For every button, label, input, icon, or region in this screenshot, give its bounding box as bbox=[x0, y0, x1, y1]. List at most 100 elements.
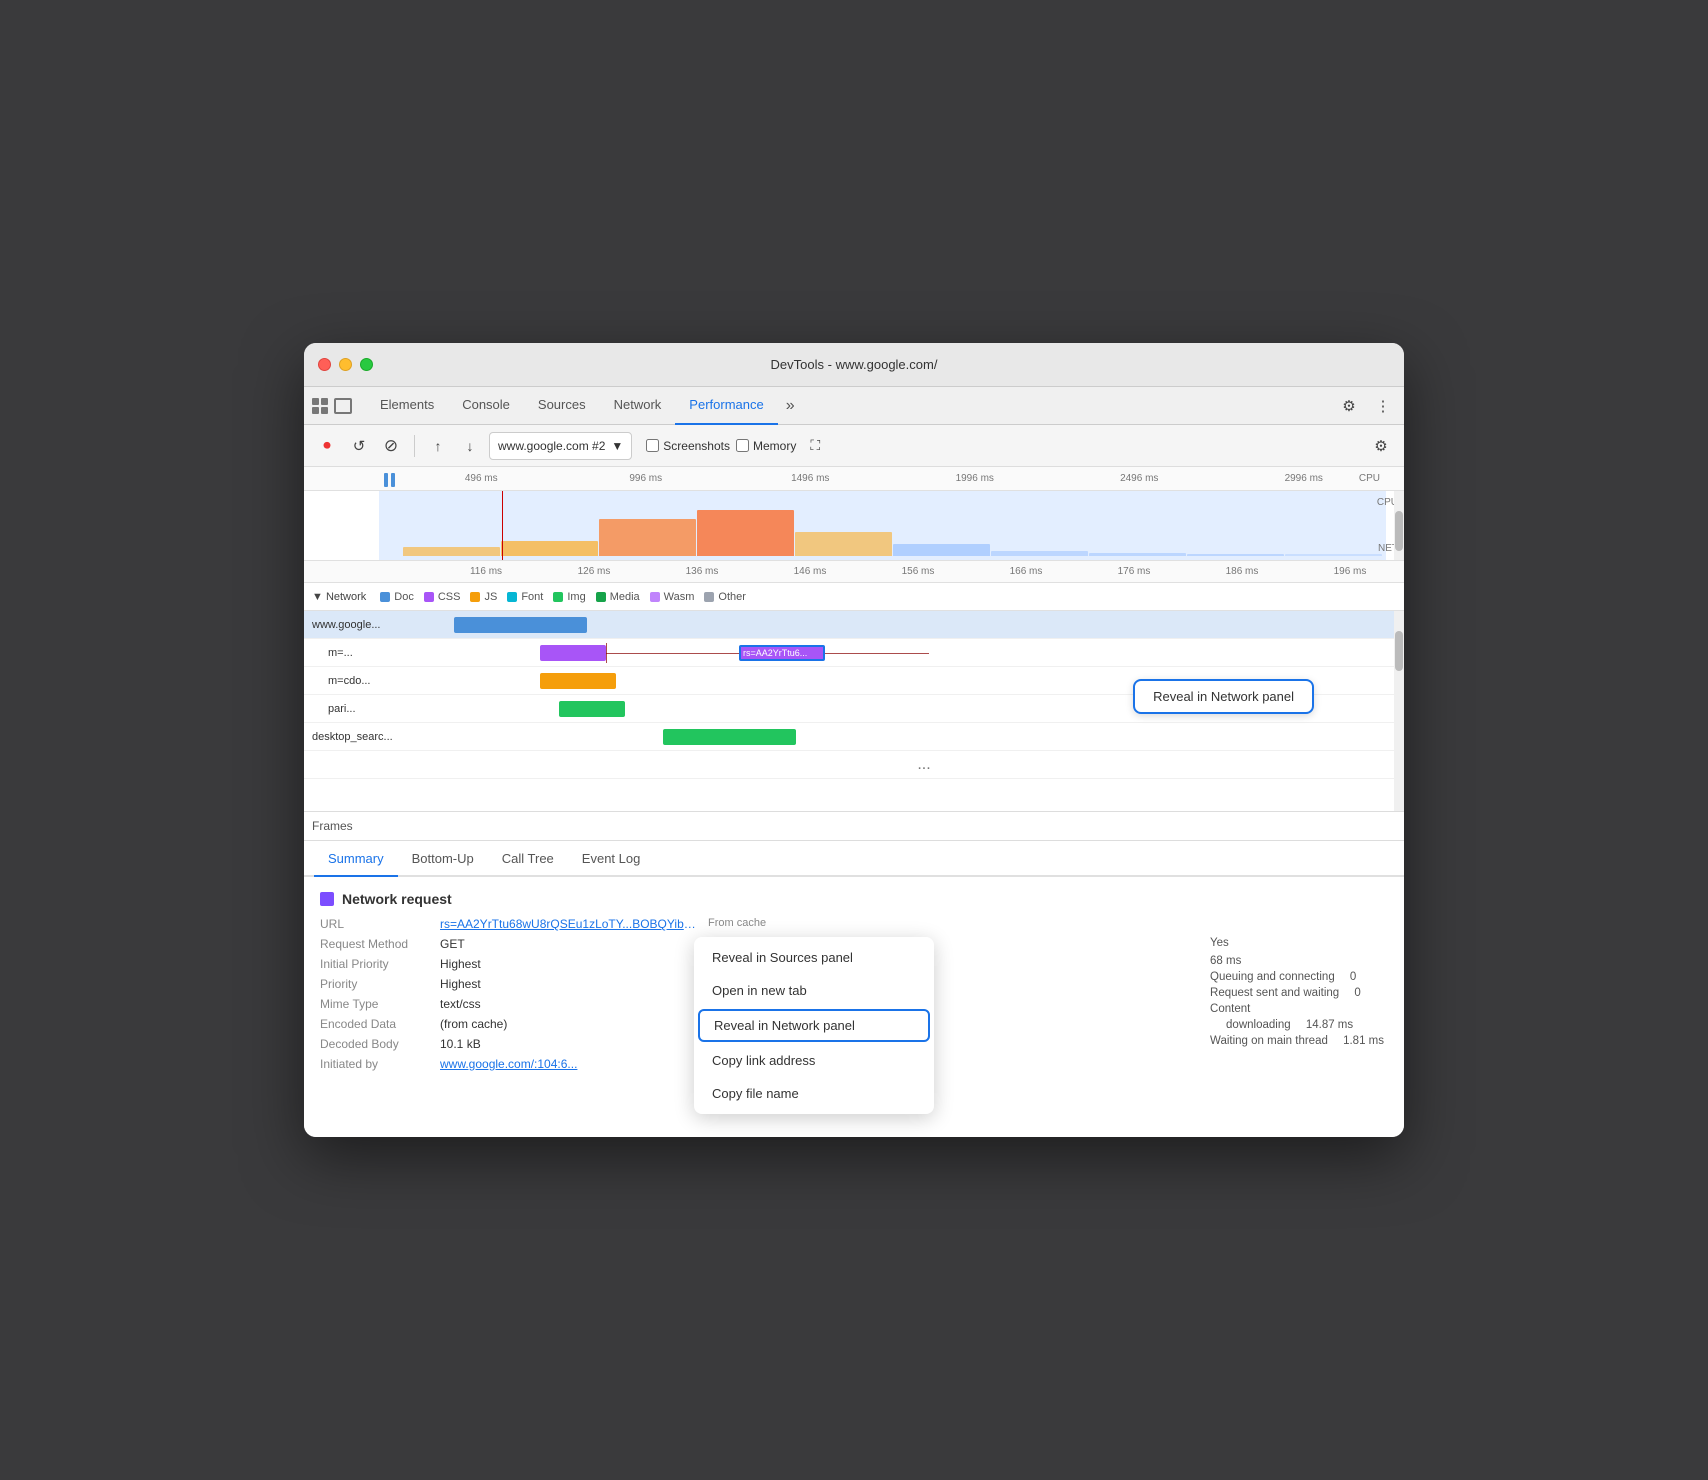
refresh-record-button[interactable]: ↺ bbox=[346, 433, 372, 459]
toolbar-divider-1 bbox=[414, 435, 415, 457]
ctx-reveal-network[interactable]: Reveal in Network panel bbox=[698, 1009, 930, 1042]
network-legend-label: ▼ Network bbox=[312, 591, 366, 603]
download-button[interactable]: ↓ bbox=[457, 433, 483, 459]
frames-label: Frames bbox=[312, 819, 353, 833]
legend-js: JS bbox=[470, 591, 497, 603]
close-button[interactable] bbox=[318, 358, 331, 371]
ruler-tick-0: 496 ms bbox=[399, 473, 564, 484]
memory-checkbox[interactable] bbox=[736, 439, 749, 452]
legend-css: CSS bbox=[424, 591, 461, 603]
timing-row-queuing: Queuing and connecting 0 bbox=[1210, 971, 1384, 983]
ruler-ticks-container: 496 ms 996 ms 1496 ms 1996 ms 2496 ms 29… bbox=[399, 467, 1386, 490]
table-row[interactable]: desktop_searc... bbox=[304, 723, 1404, 751]
legend-doc-dot bbox=[380, 592, 390, 602]
record-button[interactable]: ⏺ bbox=[314, 433, 340, 459]
ctx-copy-link[interactable]: Copy link address bbox=[694, 1044, 934, 1077]
screenshots-checkbox[interactable] bbox=[646, 439, 659, 452]
minimize-button[interactable] bbox=[339, 358, 352, 371]
row-bar-3 bbox=[559, 701, 626, 717]
legend-other: Other bbox=[704, 591, 746, 603]
playhead-line bbox=[502, 491, 503, 560]
legend-wasm: Wasm bbox=[650, 591, 695, 603]
table-row[interactable]: www.google... bbox=[304, 611, 1404, 639]
tab-elements[interactable]: Elements bbox=[366, 387, 448, 425]
row-bar-2 bbox=[540, 673, 616, 689]
timing-waiting-val: 1.81 ms bbox=[1343, 1035, 1384, 1047]
network-scrollbar-thumb[interactable] bbox=[1395, 631, 1403, 671]
titlebar: DevTools - www.google.com/ bbox=[304, 343, 1404, 387]
screenshots-check[interactable]: Screenshots bbox=[646, 439, 730, 453]
network-scrollbar[interactable] bbox=[1394, 611, 1404, 811]
row-label-3: pari... bbox=[304, 703, 454, 715]
detail-val-method: GET bbox=[440, 937, 465, 951]
perf-settings-icon[interactable]: ⚙ bbox=[1368, 433, 1394, 459]
cpu-net-chart[interactable]: CPU NET bbox=[304, 491, 1404, 561]
detail-row-url: URL rs=AA2YrTtu68wU8rQSEu1zLoTY...BOBQYi… bbox=[320, 917, 1388, 931]
tab-event-log[interactable]: Event Log bbox=[568, 841, 655, 877]
timing-waiting-label: Waiting on main thread bbox=[1210, 1035, 1328, 1047]
device-toolbar-icon[interactable] bbox=[334, 398, 352, 414]
row-bar-1 bbox=[540, 645, 607, 661]
tab-console[interactable]: Console bbox=[448, 387, 524, 425]
mini-tick-4: 156 ms bbox=[864, 566, 972, 577]
legend-js-label: JS bbox=[484, 591, 497, 603]
timing-downloading-val: 14.87 ms bbox=[1306, 1019, 1353, 1031]
more-options-icon[interactable]: ⋮ bbox=[1370, 393, 1396, 419]
ctx-copy-filename[interactable]: Copy file name bbox=[694, 1077, 934, 1110]
screenshots-label: Screenshots bbox=[663, 439, 730, 453]
legend-js-dot bbox=[470, 592, 480, 602]
memory-check[interactable]: Memory bbox=[736, 439, 796, 453]
detail-right-panel: Yes 68 ms Queuing and connecting 0 Reque… bbox=[1210, 937, 1384, 1051]
network-area: 116 ms 126 ms 136 ms 146 ms 156 ms 166 m… bbox=[304, 561, 1404, 811]
settings-btn-right[interactable]: ⚙ bbox=[1368, 433, 1394, 459]
memory-label: Memory bbox=[753, 439, 796, 453]
ruler-tick-2: 1496 ms bbox=[728, 473, 893, 484]
from-cache-yes: Yes bbox=[1210, 937, 1384, 949]
scrollbar-thumb[interactable] bbox=[1395, 511, 1403, 551]
url-selector-chevron: ▼ bbox=[611, 439, 623, 453]
legend-media: Media bbox=[596, 591, 640, 603]
detail-panel: Network request URL rs=AA2YrTtu68wU8rQSE… bbox=[304, 877, 1404, 1137]
maximize-button[interactable] bbox=[360, 358, 373, 371]
table-row[interactable]: m=... rs=AA2YrTtu6... bbox=[304, 639, 1404, 667]
tab-bottom-up[interactable]: Bottom-Up bbox=[398, 841, 488, 877]
upload-button[interactable]: ↑ bbox=[425, 433, 451, 459]
network-rows-container: www.google... m=... bbox=[304, 611, 1404, 811]
scrollbar-right[interactable] bbox=[1394, 491, 1404, 560]
mini-tick-0: 116 ms bbox=[432, 566, 540, 577]
chart-area bbox=[399, 495, 1386, 556]
memory-icon[interactable]: ⛶ bbox=[802, 433, 828, 459]
context-menu: Reveal in Sources panel Open in new tab … bbox=[694, 937, 934, 1114]
clear-button[interactable]: ⊘ bbox=[378, 433, 404, 459]
legend-doc-label: Doc bbox=[394, 591, 414, 603]
tab-summary[interactable]: Summary bbox=[314, 841, 398, 877]
from-cache-label: From cache bbox=[708, 917, 766, 929]
url-selector[interactable]: www.google.com #2 ▼ bbox=[489, 432, 632, 460]
detail-val-initiated[interactable]: www.google.com/:104:6... bbox=[440, 1057, 577, 1071]
legend-css-dot bbox=[424, 592, 434, 602]
legend-other-label: Other bbox=[718, 591, 746, 603]
timing-row-downloading: downloading 14.87 ms bbox=[1210, 1019, 1384, 1031]
mini-ruler-ticks: 116 ms 126 ms 136 ms 146 ms 156 ms 166 m… bbox=[432, 566, 1404, 577]
tab-performance[interactable]: Performance bbox=[675, 387, 777, 425]
detail-key-priority: Priority bbox=[320, 977, 440, 991]
row-bar-selected[interactable]: rs=AA2YrTtu6... bbox=[739, 645, 825, 661]
legend-doc: Doc bbox=[380, 591, 414, 603]
tab-network[interactable]: Network bbox=[600, 387, 676, 425]
settings-icon[interactable]: ⚙ bbox=[1336, 393, 1362, 419]
tab-call-tree[interactable]: Call Tree bbox=[488, 841, 568, 877]
legend-wasm-dot bbox=[650, 592, 660, 602]
timing-sent-val: 0 bbox=[1354, 987, 1360, 999]
timing-row-sent: Request sent and waiting 0 bbox=[1210, 987, 1384, 999]
detail-val-url[interactable]: rs=AA2YrTtu68wU8rQSEu1zLoTY...BOBQYibAg.… bbox=[440, 917, 700, 931]
mini-tick-3: 146 ms bbox=[756, 566, 864, 577]
inspect-icon[interactable] bbox=[312, 398, 328, 414]
more-tabs-button[interactable]: » bbox=[778, 397, 803, 415]
legend-font: Font bbox=[507, 591, 543, 603]
legend-font-dot bbox=[507, 592, 517, 602]
ctx-reveal-sources[interactable]: Reveal in Sources panel bbox=[694, 941, 934, 974]
detail-title: Network request bbox=[320, 891, 1388, 907]
legend-font-label: Font bbox=[521, 591, 543, 603]
ctx-open-tab[interactable]: Open in new tab bbox=[694, 974, 934, 1007]
tab-sources[interactable]: Sources bbox=[524, 387, 600, 425]
